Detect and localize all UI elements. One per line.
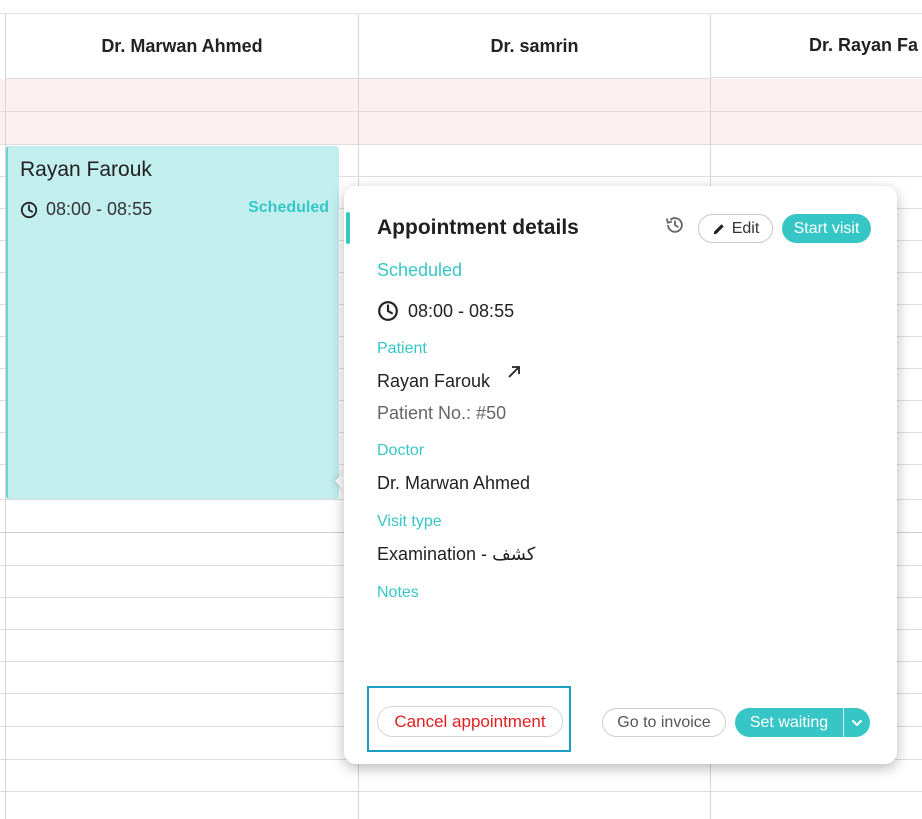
appointment-details-popup: Appointment details Edit Start visit Sch… — [344, 186, 897, 764]
doctor-column-header-samrin[interactable]: Dr. samrin — [359, 14, 710, 79]
visit-type-label: Visit type — [377, 513, 442, 530]
popup-title: Appointment details — [377, 216, 579, 239]
edit-button-label: Edit — [731, 219, 760, 237]
unavailable-slot-row — [0, 112, 922, 145]
cancel-appointment-button[interactable]: Cancel appointment — [377, 706, 563, 737]
set-waiting-dropdown-toggle[interactable] — [844, 708, 870, 737]
event-time-text: 08:00 - 08:55 — [46, 199, 153, 219]
patient-label: Patient — [377, 340, 427, 357]
history-icon[interactable] — [664, 214, 686, 236]
event-patient-name: Rayan Farouk — [20, 158, 152, 181]
patient-name-link[interactable]: Rayan Farouk — [377, 371, 490, 392]
appointment-time-text: 08:00 - 08:55 — [408, 300, 515, 321]
popup-accent-bar — [346, 212, 350, 244]
time-slot-line — [0, 791, 922, 792]
doctor-column-header-marwan[interactable]: Dr. Marwan Ahmed — [6, 14, 358, 79]
unavailable-slot-row — [0, 79, 922, 112]
appointment-time: 08:00 - 08:55 — [377, 300, 514, 322]
edit-button[interactable]: Edit — [698, 214, 773, 243]
clock-icon — [20, 201, 38, 218]
chevron-down-icon — [852, 719, 862, 726]
doctor-name: Dr. Marwan Ahmed — [377, 473, 531, 493]
pencil-icon — [713, 223, 724, 234]
patient-number: Patient No.: #50 — [377, 403, 507, 423]
calendar-top-strip — [0, 0, 922, 14]
notes-label: Notes — [377, 584, 419, 601]
set-waiting-split-button: Set waiting — [735, 708, 870, 737]
visit-type-value: Examination - كشف — [377, 544, 536, 564]
time-slot-line — [0, 144, 922, 145]
start-visit-button[interactable]: Start visit — [782, 214, 871, 243]
set-waiting-button[interactable]: Set waiting — [735, 714, 843, 732]
doctor-label: Doctor — [377, 442, 425, 459]
split-divider — [843, 708, 844, 737]
external-link-icon[interactable] — [506, 364, 522, 380]
doctor-column-header-rayan[interactable]: Dr. Rayan Fa — [711, 14, 922, 78]
event-time: 08:00 - 08:55 — [20, 199, 152, 220]
event-status-badge: Scheduled — [248, 199, 329, 216]
go-to-invoice-button[interactable]: Go to invoice — [602, 708, 726, 737]
appointment-status: Scheduled — [377, 260, 463, 280]
clock-icon — [378, 301, 398, 321]
appointment-event-block[interactable]: Rayan Farouk 08:00 - 08:55 Scheduled — [6, 146, 339, 499]
